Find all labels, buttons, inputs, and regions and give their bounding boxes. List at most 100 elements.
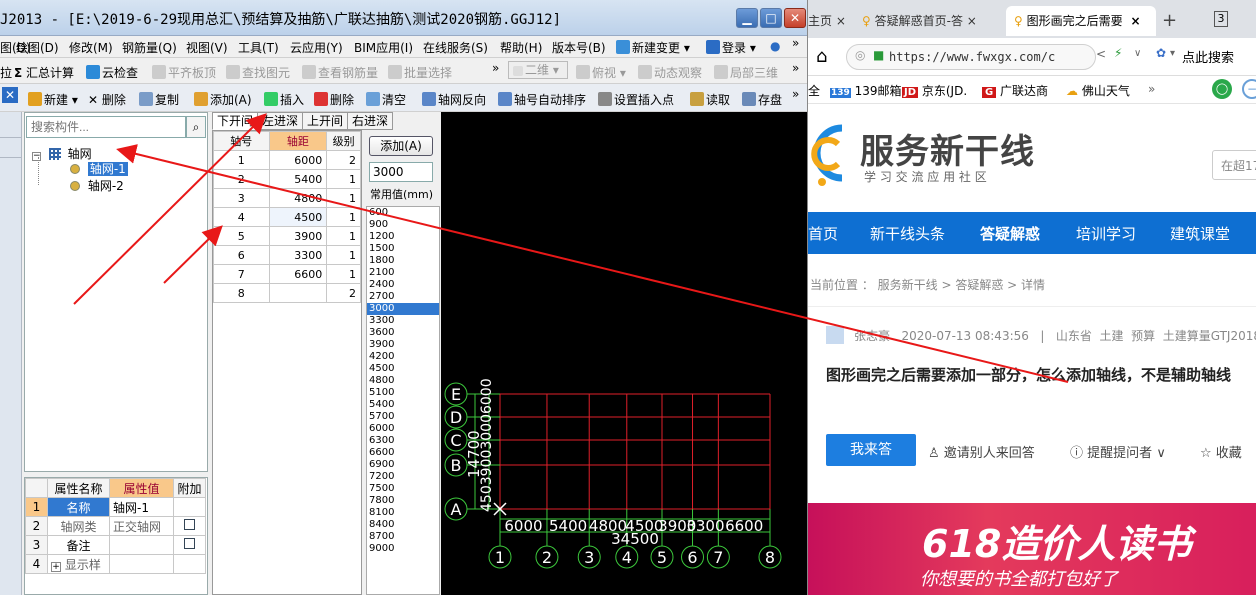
paw-icon[interactable]: ✿: [1156, 46, 1166, 60]
menu-item-draw[interactable]: 绘图(D): [16, 39, 59, 56]
maximize-button[interactable]: □: [760, 8, 782, 28]
axis-distance[interactable]: 6600: [268, 264, 328, 284]
tab-count-badge[interactable]: 3: [1214, 11, 1228, 27]
menu-item-bim[interactable]: BIM应用(I): [354, 39, 413, 56]
axis-level[interactable]: 1: [326, 207, 361, 227]
table-row[interactable]: 2 5400 1: [213, 169, 361, 189]
list-item[interactable]: 1800: [367, 255, 439, 267]
list-item[interactable]: 3600: [367, 327, 439, 339]
tab-home[interactable]: 主页 ×: [808, 6, 856, 36]
nav-training[interactable]: 培训学习: [1076, 223, 1136, 244]
table-row[interactable]: 4 4500 1: [213, 207, 361, 227]
table-row[interactable]: 3 4800 1: [213, 188, 361, 208]
overflow-chevron-icon[interactable]: »: [792, 36, 799, 50]
list-item[interactable]: 6600: [367, 447, 439, 459]
nav-home[interactable]: 首页: [808, 223, 838, 244]
remind-button[interactable]: ⓘ 提醒提问者 ∨: [1070, 442, 1166, 461]
list-item[interactable]: 9000: [367, 543, 439, 555]
list-item[interactable]: 3900: [367, 339, 439, 351]
add-value-button[interactable]: 添加(A): [369, 136, 433, 156]
common-values-list[interactable]: 600 900 1200 1500 1800 2100 2400 2700 3000 3300 36…: [366, 206, 440, 595]
list-item[interactable]: 8100: [367, 507, 439, 519]
table-row[interactable]: 6 3300 1: [213, 245, 361, 265]
tab-lower-bay[interactable]: 下开间: [212, 112, 259, 130]
orbit-button[interactable]: 动态观察: [638, 64, 702, 81]
list-item[interactable]: 4200: [367, 351, 439, 363]
axis-distance[interactable]: 6000: [268, 150, 328, 170]
axis-number[interactable]: 5: [213, 226, 270, 246]
tab-active-question[interactable]: ♀ 图形画完之后需要 ×: [1006, 6, 1156, 36]
save-button[interactable]: 存盘: [742, 91, 782, 108]
table-row[interactable]: 1 6000 2: [213, 150, 361, 170]
nav-classroom[interactable]: 建筑课堂: [1170, 223, 1230, 244]
axis-number[interactable]: 8: [213, 283, 270, 303]
nav-headlines[interactable]: 新干线头条: [870, 223, 945, 244]
menu-item-version[interactable]: 版本号(B): [552, 39, 606, 56]
bookmark-item[interactable]: 全: [808, 82, 820, 99]
read-button[interactable]: 读取: [690, 91, 730, 108]
list-item[interactable]: 2400: [367, 279, 439, 291]
new-button[interactable]: 新建 ▾: [28, 91, 78, 108]
list-item[interactable]: 7500: [367, 483, 439, 495]
property-value[interactable]: [109, 554, 174, 574]
answer-button[interactable]: 我来答: [826, 434, 916, 466]
search-label[interactable]: 点此搜索: [1182, 47, 1234, 66]
list-item[interactable]: 6000: [367, 423, 439, 435]
table-row[interactable]: 5 3900 1: [213, 226, 361, 246]
set-insert-point-button[interactable]: 设置插入点: [598, 91, 674, 108]
axis-distance[interactable]: 4500: [268, 207, 328, 227]
bookmark-glodon[interactable]: G 广联达商: [982, 82, 1048, 99]
bookmark-139[interactable]: 139 139邮箱: [830, 82, 902, 99]
list-item[interactable]: 2100: [367, 267, 439, 279]
table-row[interactable]: 3 备注: [25, 535, 206, 555]
pin-icon[interactable]: ●: [770, 39, 780, 53]
tab-right-depth[interactable]: 右进深: [347, 112, 394, 130]
list-item[interactable]: 3300: [367, 315, 439, 327]
axis-level[interactable]: 1: [326, 264, 361, 284]
collapse-icon[interactable]: −: [32, 152, 41, 161]
axis-number[interactable]: 7: [213, 264, 270, 284]
table-row[interactable]: 2 轴网类 正交轴网: [25, 516, 206, 536]
extra-checkbox[interactable]: [173, 516, 206, 536]
axis-number[interactable]: 2: [213, 169, 270, 189]
list-item[interactable]: 900: [367, 219, 439, 231]
close-tab-icon[interactable]: ×: [1130, 14, 1140, 28]
tree-item-grid-2[interactable]: 轴网-2: [70, 177, 124, 194]
menu-item-modify[interactable]: 修改(M): [69, 39, 113, 56]
overflow-chevron-icon[interactable]: »: [792, 61, 799, 75]
list-item[interactable]: 5700: [367, 411, 439, 423]
list-item[interactable]: 8700: [367, 531, 439, 543]
summary-calc-button[interactable]: Σ 汇总计算: [14, 64, 74, 81]
view-mode-select[interactable]: 二维 ▾: [508, 61, 568, 79]
site-search-input[interactable]: 在超17: [1212, 150, 1256, 180]
tab-upper-bay[interactable]: 上开间: [302, 112, 349, 130]
list-item[interactable]: 1200: [367, 231, 439, 243]
extra-checkbox[interactable]: [173, 535, 206, 555]
menu-item-rebar[interactable]: 钢筋量(Q): [122, 39, 177, 56]
property-value[interactable]: 轴网-1: [109, 497, 174, 517]
search-icon[interactable]: ⌕: [186, 116, 206, 138]
list-item[interactable]: 5400: [367, 399, 439, 411]
add-axis-button[interactable]: 添加(A): [194, 91, 252, 108]
overflow-chevron-icon[interactable]: »: [492, 61, 499, 75]
close-button[interactable]: ✕: [784, 8, 806, 28]
top-view-button[interactable]: 俯视 ▾: [576, 64, 626, 81]
list-item[interactable]: 6900: [367, 459, 439, 471]
property-value[interactable]: 正交轴网: [109, 516, 174, 536]
list-item[interactable]: 4500: [367, 363, 439, 375]
copy-button[interactable]: 复制: [139, 91, 179, 108]
axis-distance[interactable]: 3900: [268, 226, 328, 246]
drawing-canvas[interactable]: E D C B A 1 2 3 4 5 6 7 8 6000 5400 4800 4500 3900 3300 660…: [441, 112, 807, 595]
lightning-icon[interactable]: ⚡: [1114, 46, 1122, 60]
menu-item-view[interactable]: 视图(V): [186, 39, 228, 56]
axis-level[interactable]: 2: [326, 283, 361, 303]
list-item[interactable]: 4800: [367, 375, 439, 387]
insert-axis-button[interactable]: 插入: [264, 91, 304, 108]
list-item[interactable]: 600: [367, 207, 439, 219]
reverse-grid-button[interactable]: 轴网反向: [422, 91, 486, 108]
list-item[interactable]: 1500: [367, 243, 439, 255]
align-slab-button[interactable]: 平齐板顶: [152, 64, 216, 81]
axis-level[interactable]: 2: [326, 150, 361, 170]
login-button[interactable]: 登录 ▾: [706, 39, 756, 56]
clear-button[interactable]: 清空: [366, 91, 406, 108]
